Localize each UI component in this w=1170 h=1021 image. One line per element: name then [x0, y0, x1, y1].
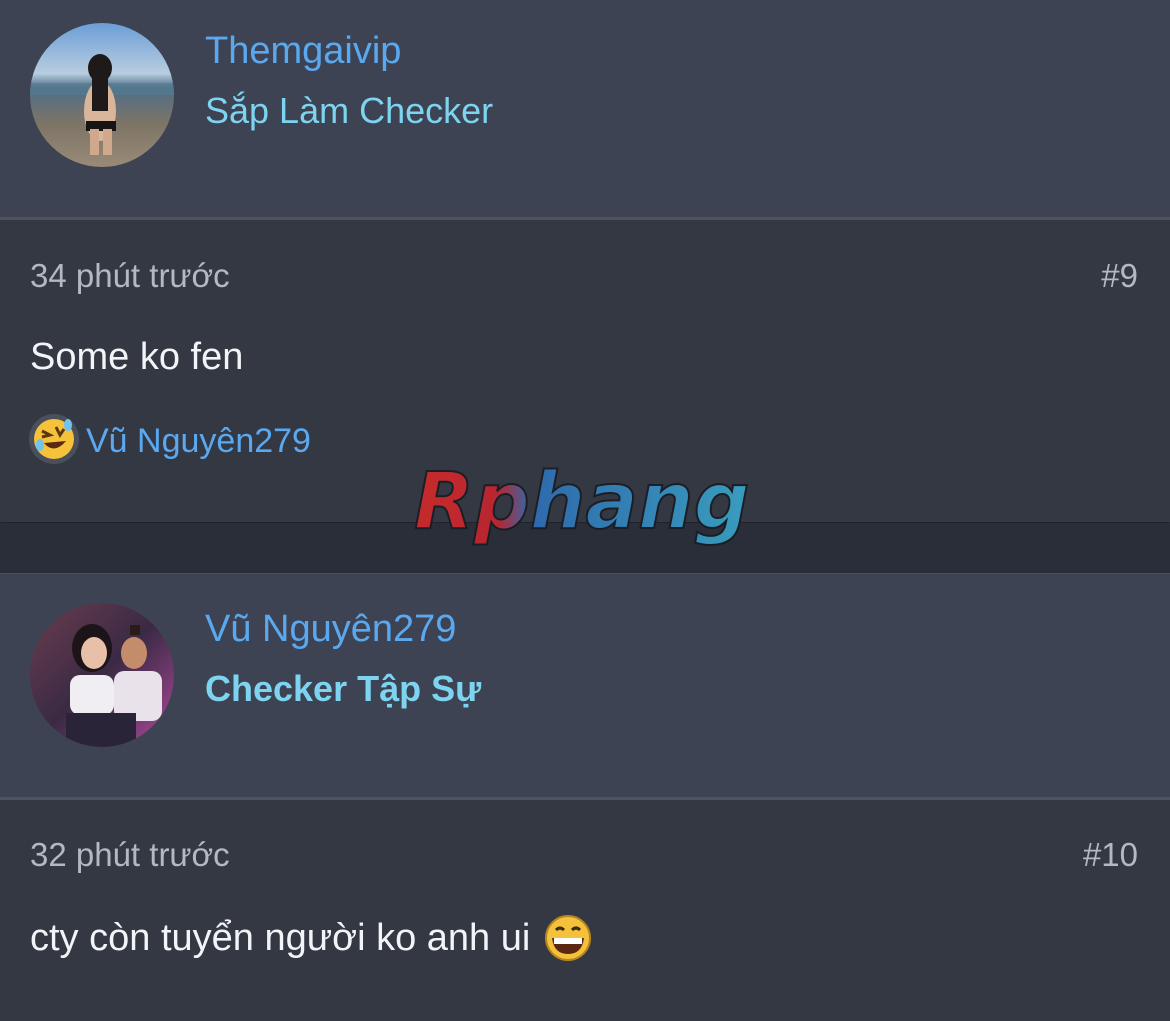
post-9-user-header: Themgaivip Sắp Làm Checker: [0, 0, 1170, 217]
reaction-user-link[interactable]: Vũ Nguyên279: [86, 422, 311, 461]
username-link[interactable]: Vũ Nguyên279: [205, 608, 456, 651]
rolling-laughing-emoji-icon: [28, 413, 80, 470]
post-content-row: cty còn tuyển người ko anh ui: [30, 914, 592, 962]
post-number-link[interactable]: #9: [1101, 257, 1138, 295]
post-content: Some ko fen: [30, 336, 244, 378]
user-title: Sắp Làm Checker: [205, 90, 494, 131]
grinning-emoji-icon: [544, 914, 592, 962]
avatar[interactable]: [30, 23, 174, 167]
avatar[interactable]: [30, 603, 174, 747]
post-number-link[interactable]: #10: [1083, 836, 1138, 874]
rphang-watermark-logo: Rphang: [410, 456, 770, 557]
svg-text:Rphang: Rphang: [414, 462, 749, 547]
user-title: Checker Tập Sự: [205, 668, 482, 709]
post-10-user-header: Vũ Nguyên279 Checker Tập Sự: [0, 573, 1170, 797]
post-time[interactable]: 32 phút trước: [30, 836, 230, 874]
reaction-bar[interactable]: Vũ Nguyên279: [28, 413, 311, 470]
post-content: cty còn tuyển người ko anh ui: [30, 916, 531, 959]
post-time[interactable]: 34 phút trước: [30, 257, 230, 295]
post-10-body: [0, 800, 1170, 1021]
username-link[interactable]: Themgaivip: [205, 30, 401, 73]
